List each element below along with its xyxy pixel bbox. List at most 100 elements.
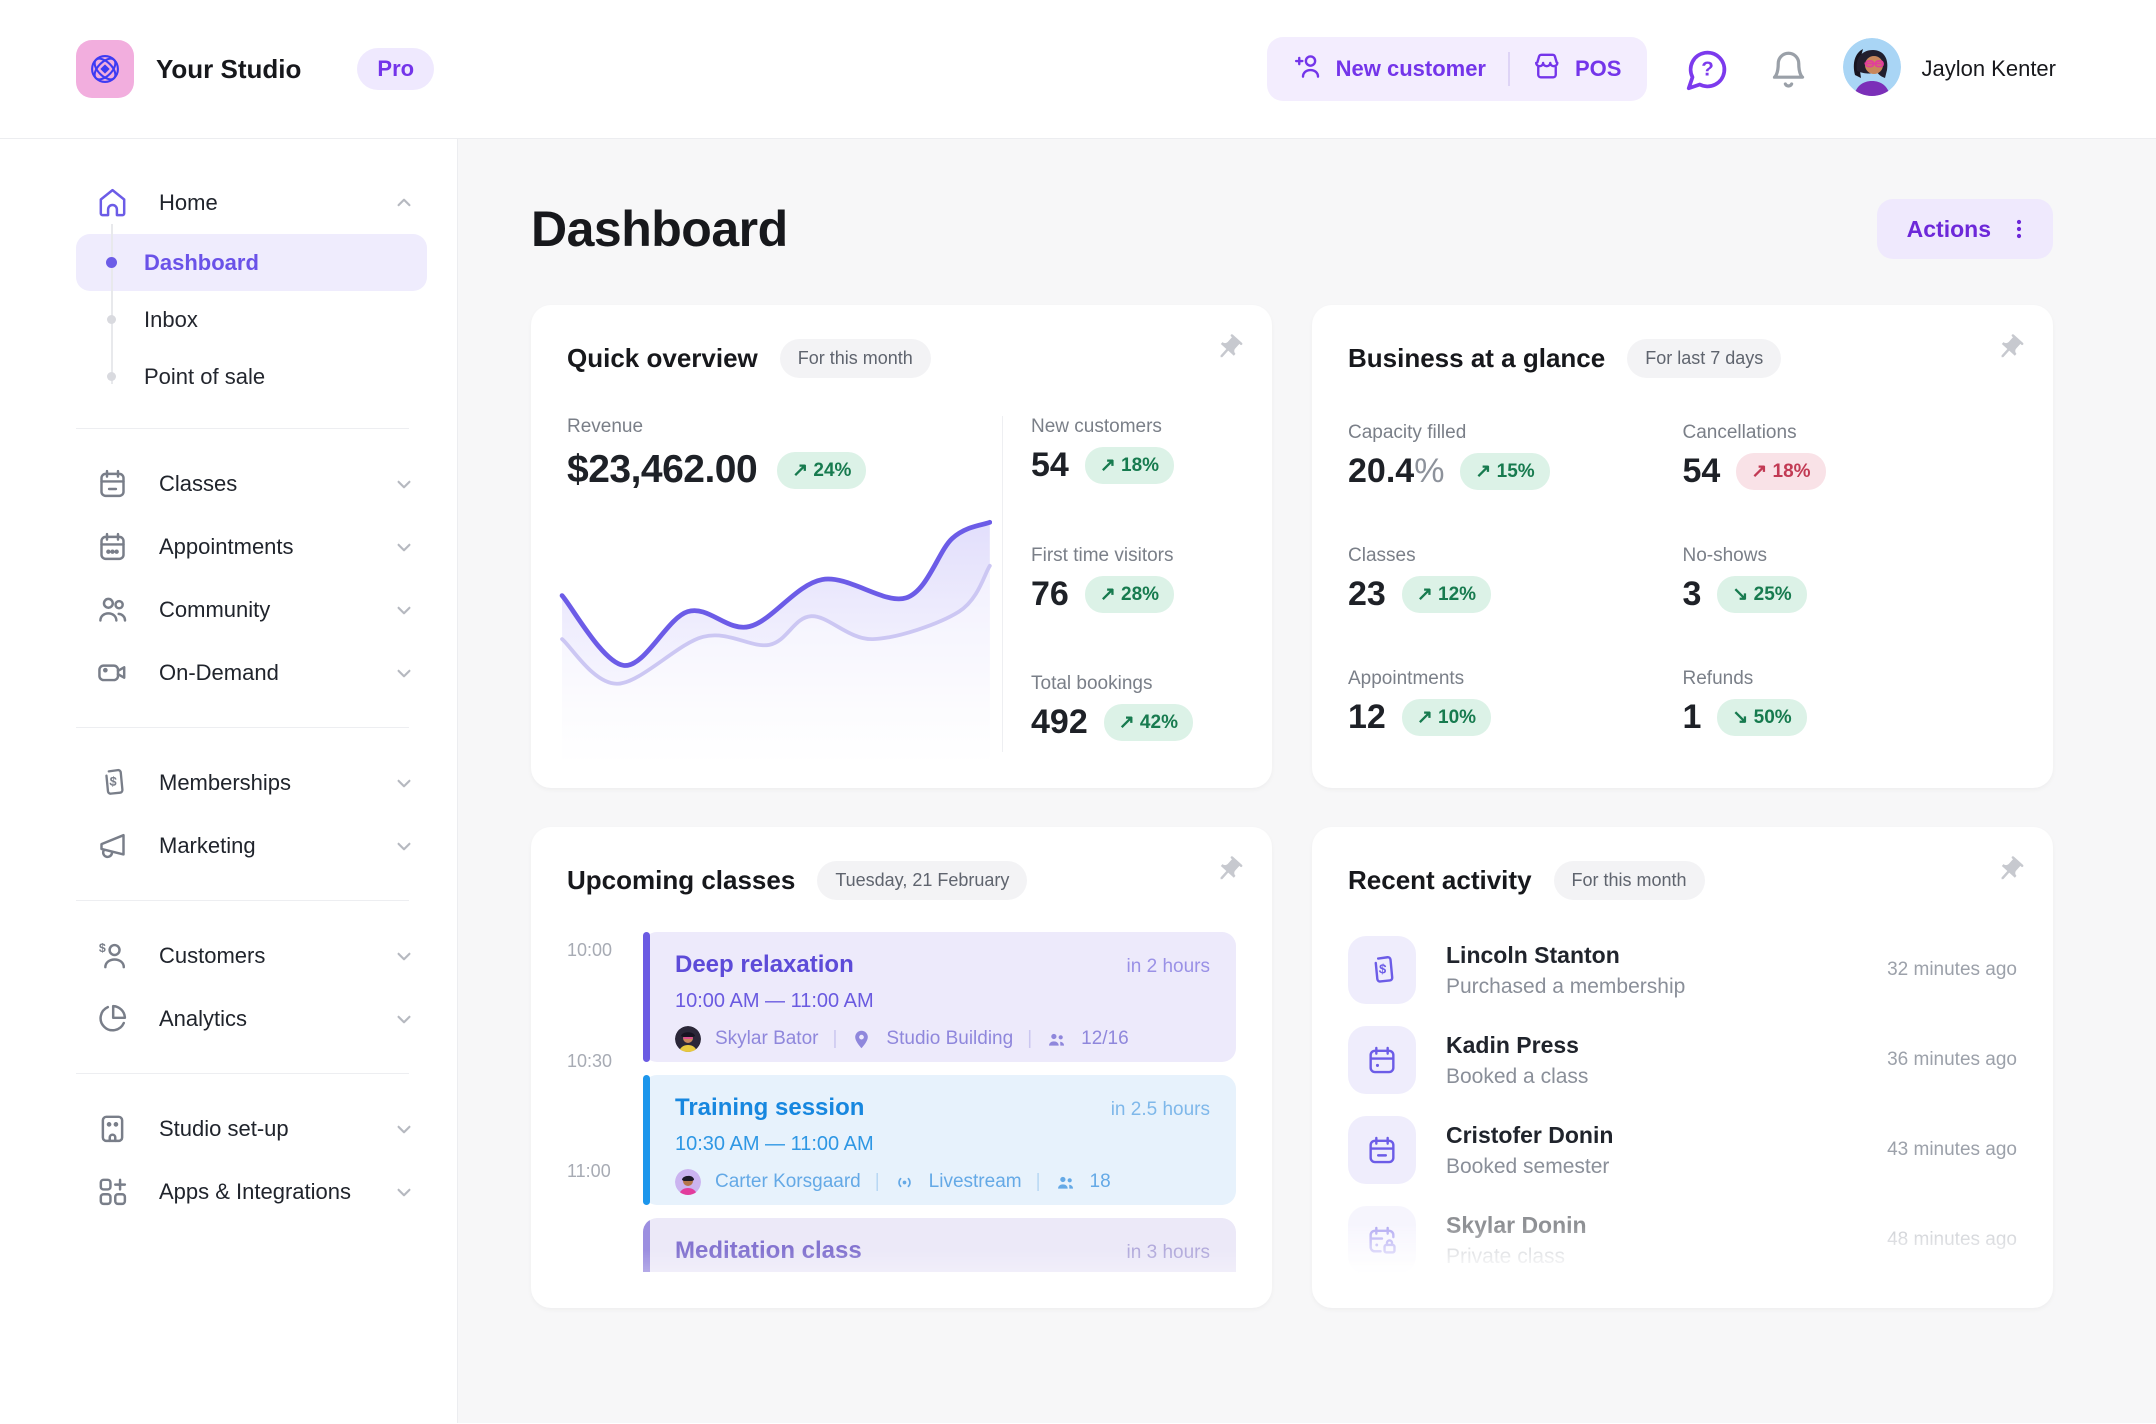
business-at-a-glance-card: Business at a glance For last 7 days Cap… [1312,305,2053,788]
class-item-training-session[interactable]: Training session in 2.5 hours 10:30 AM —… [643,1075,1236,1205]
class-time-range: 10:30 AM — 11:00 AM [675,1133,1210,1156]
sidebar-item-marketing[interactable]: Marketing [0,814,457,877]
user-dollar-icon: $ [96,939,129,972]
kebab-menu-icon [2007,217,2031,241]
calendar-lock-icon [1348,1206,1416,1274]
chevron-down-icon [391,770,417,796]
activity-name: Lincoln Stanton [1446,942,1685,969]
timeline-labels: 10:00 10:30 11:00 [567,932,643,1272]
sidebar-item-apps-integrations[interactable]: Apps & Integrations [0,1160,457,1223]
pin-button[interactable] [1995,333,2025,363]
sidebar-item-on-demand[interactable]: On-Demand [0,641,457,704]
class-item-meditation-class[interactable]: Meditation class in 3 hours 11:00 AM — 1… [643,1218,1236,1272]
studio-logo-icon[interactable] [76,40,134,98]
class-attendance: 12/16 [1081,1028,1129,1050]
chevron-down-icon [391,1006,417,1032]
upcoming-classes-card: Upcoming classes Tuesday, 21 February 10… [531,827,1272,1308]
help-button[interactable]: ? [1685,47,1730,92]
delta-badge: ↘ 50% [1717,699,1806,736]
pill-divider [1508,52,1510,86]
stat-cancellations: Cancellations 54 ↗ 18% [1683,422,2018,491]
time-label: 11:00 [567,1161,643,1272]
time-label: 10:30 [567,1051,643,1162]
pin-button[interactable] [1214,333,1244,363]
chevron-down-icon [391,597,417,623]
sidebar-item-dashboard[interactable]: Dashboard [76,234,427,291]
pie-chart-icon [96,1002,129,1035]
sidebar-item-point-of-sale[interactable]: Point of sale [76,348,427,405]
chevron-down-icon [391,1179,417,1205]
revenue-label: Revenue [567,416,978,438]
sidebar-item-home[interactable]: Home [0,171,457,234]
delta-badge: ↗ 42% [1104,704,1193,741]
activity-action: Purchased a membership [1446,975,1685,999]
pin-button[interactable] [1995,855,2025,885]
card-title: Upcoming classes [567,865,795,896]
revenue-delta-badge: ↗ 24% [777,452,866,489]
instructor-avatar [675,1026,701,1052]
activity-time: 48 minutes ago [1887,1229,2017,1251]
sidebar: Home Dashboard Inbox Point of sale [0,139,458,1423]
notifications-button[interactable] [1768,49,1809,90]
new-customer-button[interactable]: New customer [1275,51,1504,87]
activity-action: Booked semester [1446,1155,1613,1179]
video-camera-icon [96,656,129,689]
delta-badge: ↗ 18% [1736,453,1825,490]
user-plus-icon [1293,51,1323,87]
main-content: Dashboard Actions Quick overview For thi… [458,139,2156,1423]
megaphone-icon [96,829,129,862]
calendar-dots-icon [96,530,129,563]
pos-button[interactable]: POS [1514,51,1639,87]
chevron-down-icon [391,534,417,560]
activity-time: 43 minutes ago [1887,1139,2017,1161]
submenu-rail [111,224,113,384]
stat-new-customers: New customers 54 ↗ 18% [1031,416,1236,485]
pin-button[interactable] [1214,855,1244,885]
class-location: Livestream [929,1171,1022,1193]
apps-plus-icon [96,1175,129,1208]
activity-name: Cristofer Donin [1446,1122,1613,1149]
sidebar-item-inbox[interactable]: Inbox [76,291,427,348]
delta-badge: ↗ 18% [1085,447,1174,484]
plan-badge: Pro [357,48,434,90]
active-dot [106,257,117,268]
svg-text:$: $ [99,941,106,955]
delta-badge: ↘ 25% [1717,576,1806,613]
class-item-deep-relaxation[interactable]: Deep relaxation in 2 hours 10:00 AM — 11… [643,932,1236,1062]
sidebar-divider [76,1073,409,1074]
chevron-down-icon [391,660,417,686]
sidebar-item-community[interactable]: Community [0,578,457,641]
calendar-icon [1348,1026,1416,1094]
sidebar-item-customers[interactable]: $ Customers [0,924,457,987]
calendar-minus-icon [1348,1116,1416,1184]
activity-name: Skylar Donin [1446,1212,1587,1239]
user-menu[interactable]: Jaylon Kenter [1843,38,2056,101]
sidebar-item-studio-set-up[interactable]: Studio set-up [0,1097,457,1160]
avatar [1843,38,1901,101]
activity-name: Kadin Press [1446,1032,1588,1059]
class-eta: in 3 hours [1127,1242,1210,1264]
dot [106,371,117,382]
recent-activity-card: Recent activity For this month $ [1312,827,2053,1308]
sidebar-divider [76,727,409,728]
sidebar-divider [76,900,409,901]
activity-row: Kadin Press Booked a class 36 minutes ag… [1348,1026,2017,1094]
time-label: 10:00 [567,940,643,1051]
stat-classes: Classes 23 ↗ 12% [1348,545,1683,614]
revenue-value: $23,462.00 [567,448,757,492]
sidebar-item-appointments[interactable]: Appointments [0,515,457,578]
calendar-icon [96,467,129,500]
class-location: Studio Building [886,1028,1013,1050]
instructor-name: Skylar Bator [715,1028,818,1050]
pin-icon [1995,333,2025,363]
actions-button[interactable]: Actions [1877,199,2053,259]
card-title: Quick overview [567,343,758,374]
bell-icon [1775,53,1803,77]
sidebar-item-memberships[interactable]: $ Memberships [0,751,457,814]
instructor-avatar [675,1169,701,1195]
activity-row: Cristofer Donin Booked semester 43 minut… [1348,1116,2017,1184]
quick-actions-pill: New customer POS [1267,37,1648,101]
sidebar-item-analytics[interactable]: Analytics [0,987,457,1050]
stat-no-shows: No-shows 3 ↘ 25% [1683,545,2018,614]
sidebar-item-classes[interactable]: Classes [0,452,457,515]
